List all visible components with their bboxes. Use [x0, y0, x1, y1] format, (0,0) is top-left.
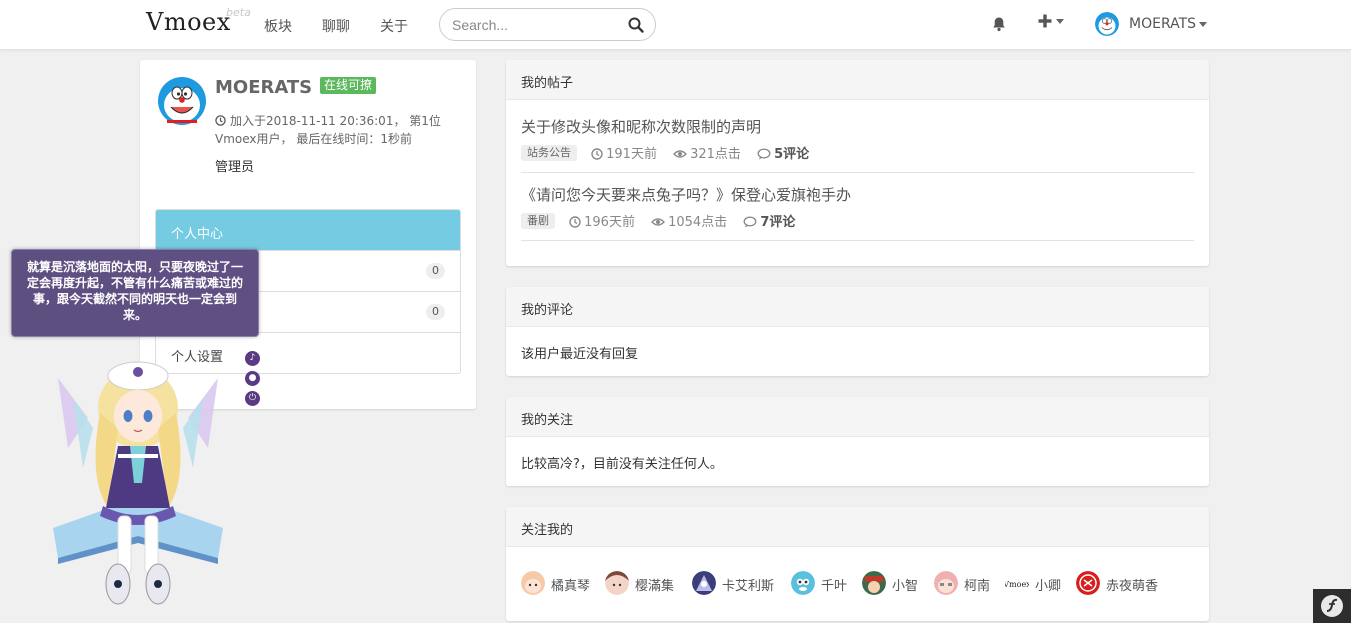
- user-menu[interactable]: MOERATS: [1129, 16, 1208, 32]
- count-badge: 0: [426, 263, 445, 279]
- navbar: Vmoex beta 板块 聊聊 关于 MOERATS: [0, 0, 1351, 50]
- card-header: 我的评论: [506, 287, 1209, 327]
- caret-down-icon: [1199, 21, 1208, 27]
- post-views: 1054点击: [651, 211, 727, 230]
- post-tag[interactable]: 番剧: [521, 212, 555, 229]
- user-role: 管理员: [215, 160, 255, 175]
- avatar: [692, 571, 716, 595]
- avatar: [791, 571, 815, 595]
- profile-panel: MOERATS 在线可撩 加入于2018-11-11 20:36:01， 第1位…: [140, 60, 476, 409]
- post-item: 《请问您今天要来点兔子吗？》保登心爱旗袍手办 番剧 196天前 1054点击 7…: [521, 184, 1194, 241]
- post-item: 关于修改头像和昵称次数限制的声明 站务公告 191天前 321点击 5评论: [521, 116, 1194, 173]
- post-meta: 番剧 196天前 1054点击 7评论: [521, 211, 807, 230]
- follower-name: 小卿: [1035, 579, 1062, 594]
- card-title: 关注我的: [521, 523, 574, 538]
- avatar: [862, 571, 886, 595]
- symfony-logo-icon: [1321, 595, 1343, 617]
- post-views: 321点击: [673, 143, 741, 162]
- followers-card: 关注我的 橘真琴 樱滿集 卡艾利斯 千叶 小智 柯南 Vmoex 小卿 赤夜萌香: [506, 507, 1209, 621]
- bell-icon[interactable]: [991, 16, 1007, 32]
- caret-down-icon: [1056, 18, 1064, 24]
- follower-name: 樱滿集: [635, 579, 675, 594]
- eye-icon: [673, 150, 688, 158]
- follower-name: 卡艾利斯: [722, 579, 775, 594]
- card-header: 我的关注: [506, 397, 1209, 437]
- avatar: [1076, 571, 1100, 595]
- avatar: [521, 571, 545, 595]
- card-title: 我的帖子: [521, 76, 574, 91]
- post-comments-text: 7评论: [760, 215, 796, 230]
- svg-text:Vmoex: Vmoex: [1005, 580, 1029, 589]
- post-meta: 站务公告 191天前 321点击 5评论: [521, 143, 821, 162]
- power-icon[interactable]: ⏻: [245, 391, 260, 406]
- card-title: 我的评论: [521, 303, 574, 318]
- mascot-character[interactable]: [48, 358, 228, 610]
- nav-link-about[interactable]: 关于: [380, 16, 408, 36]
- count-badge: 0: [426, 304, 445, 320]
- my-comments-card: 我的评论 该用户最近没有回复: [506, 287, 1209, 376]
- follower-name: 小智: [892, 579, 919, 594]
- post-title[interactable]: 关于修改头像和昵称次数限制的声明: [521, 116, 761, 137]
- comment-icon: [743, 216, 757, 228]
- empty-text: 比较高冷?，目前没有关注任何人。: [521, 457, 723, 472]
- card-header: 我的帖子: [506, 60, 1209, 100]
- beta-label: beta: [226, 6, 251, 19]
- post-views-text: 1054点击: [668, 215, 728, 230]
- empty-text: 该用户最近没有回复: [521, 347, 639, 362]
- my-follows-card: 我的关注 比较高冷?，目前没有关注任何人。: [506, 397, 1209, 486]
- nav-link-boards[interactable]: 板块: [264, 16, 292, 36]
- join-info-text: 加入于2018-11-11 20:36:01， 第1位Vmoex用户， 最后在线…: [215, 114, 441, 146]
- my-posts-card: 我的帖子 关于修改头像和昵称次数限制的声明 站务公告 191天前 321点击 5…: [506, 60, 1209, 266]
- post-time-text: 191天前: [606, 147, 657, 162]
- search-box: [439, 8, 656, 41]
- avatar: [605, 571, 629, 595]
- eye-icon: [651, 218, 666, 226]
- follower-name: 千叶: [821, 579, 848, 594]
- post-time: 191天前: [591, 143, 657, 162]
- brand-logo[interactable]: Vmoex: [146, 8, 231, 36]
- comment-icon: [757, 148, 771, 160]
- mascot-speech-bubble: 就算是沉落地面的太阳，只要夜晚过了一定会再度升起，不管有什么痛苦或难过的事，跟今…: [11, 249, 259, 337]
- music-icon[interactable]: ♪: [245, 351, 260, 366]
- clock-icon: [591, 148, 603, 160]
- chat-icon[interactable]: ●: [245, 371, 260, 386]
- follower-name: 橘真琴: [551, 579, 591, 594]
- post-comments-text: 5评论: [774, 147, 810, 162]
- add-menu[interactable]: [1037, 13, 1064, 29]
- post-comments: 5评论: [757, 143, 809, 162]
- post-time: 196天前: [569, 211, 635, 230]
- status-badge: 在线可撩: [320, 77, 377, 94]
- post-tag[interactable]: 站务公告: [521, 144, 577, 161]
- profile-name: MOERATS: [215, 77, 313, 98]
- search-icon[interactable]: [627, 16, 645, 34]
- menu-item-personal-center[interactable]: 个人中心: [156, 210, 460, 251]
- post-comments: 7评论: [743, 211, 795, 230]
- post-title[interactable]: 《请问您今天要来点兔子吗？》保登心爱旗袍手办: [521, 184, 851, 205]
- nav-username: MOERATS: [1129, 16, 1197, 32]
- menu-item-label: 个人中心: [171, 227, 224, 242]
- post-time-text: 196天前: [584, 215, 635, 230]
- profile-avatar: [157, 76, 207, 126]
- clock-icon: [215, 115, 226, 126]
- plus-icon: [1038, 14, 1052, 28]
- avatar: [934, 571, 958, 595]
- card-title: 我的关注: [521, 413, 574, 428]
- search-input[interactable]: [452, 16, 622, 34]
- clock-icon: [569, 216, 581, 228]
- avatar: Vmoex: [1005, 571, 1029, 595]
- card-header: 关注我的: [506, 507, 1209, 547]
- nav-link-chat[interactable]: 聊聊: [322, 16, 350, 36]
- post-views-text: 321点击: [690, 147, 741, 162]
- nav-user-avatar[interactable]: [1095, 12, 1119, 36]
- follower-name: 柯南: [964, 579, 991, 594]
- follower-name: 赤夜萌香: [1106, 579, 1159, 594]
- join-info: 加入于2018-11-11 20:36:01， 第1位Vmoex用户， 最后在线…: [215, 112, 445, 148]
- symfony-toolbar-toggle[interactable]: [1313, 589, 1351, 623]
